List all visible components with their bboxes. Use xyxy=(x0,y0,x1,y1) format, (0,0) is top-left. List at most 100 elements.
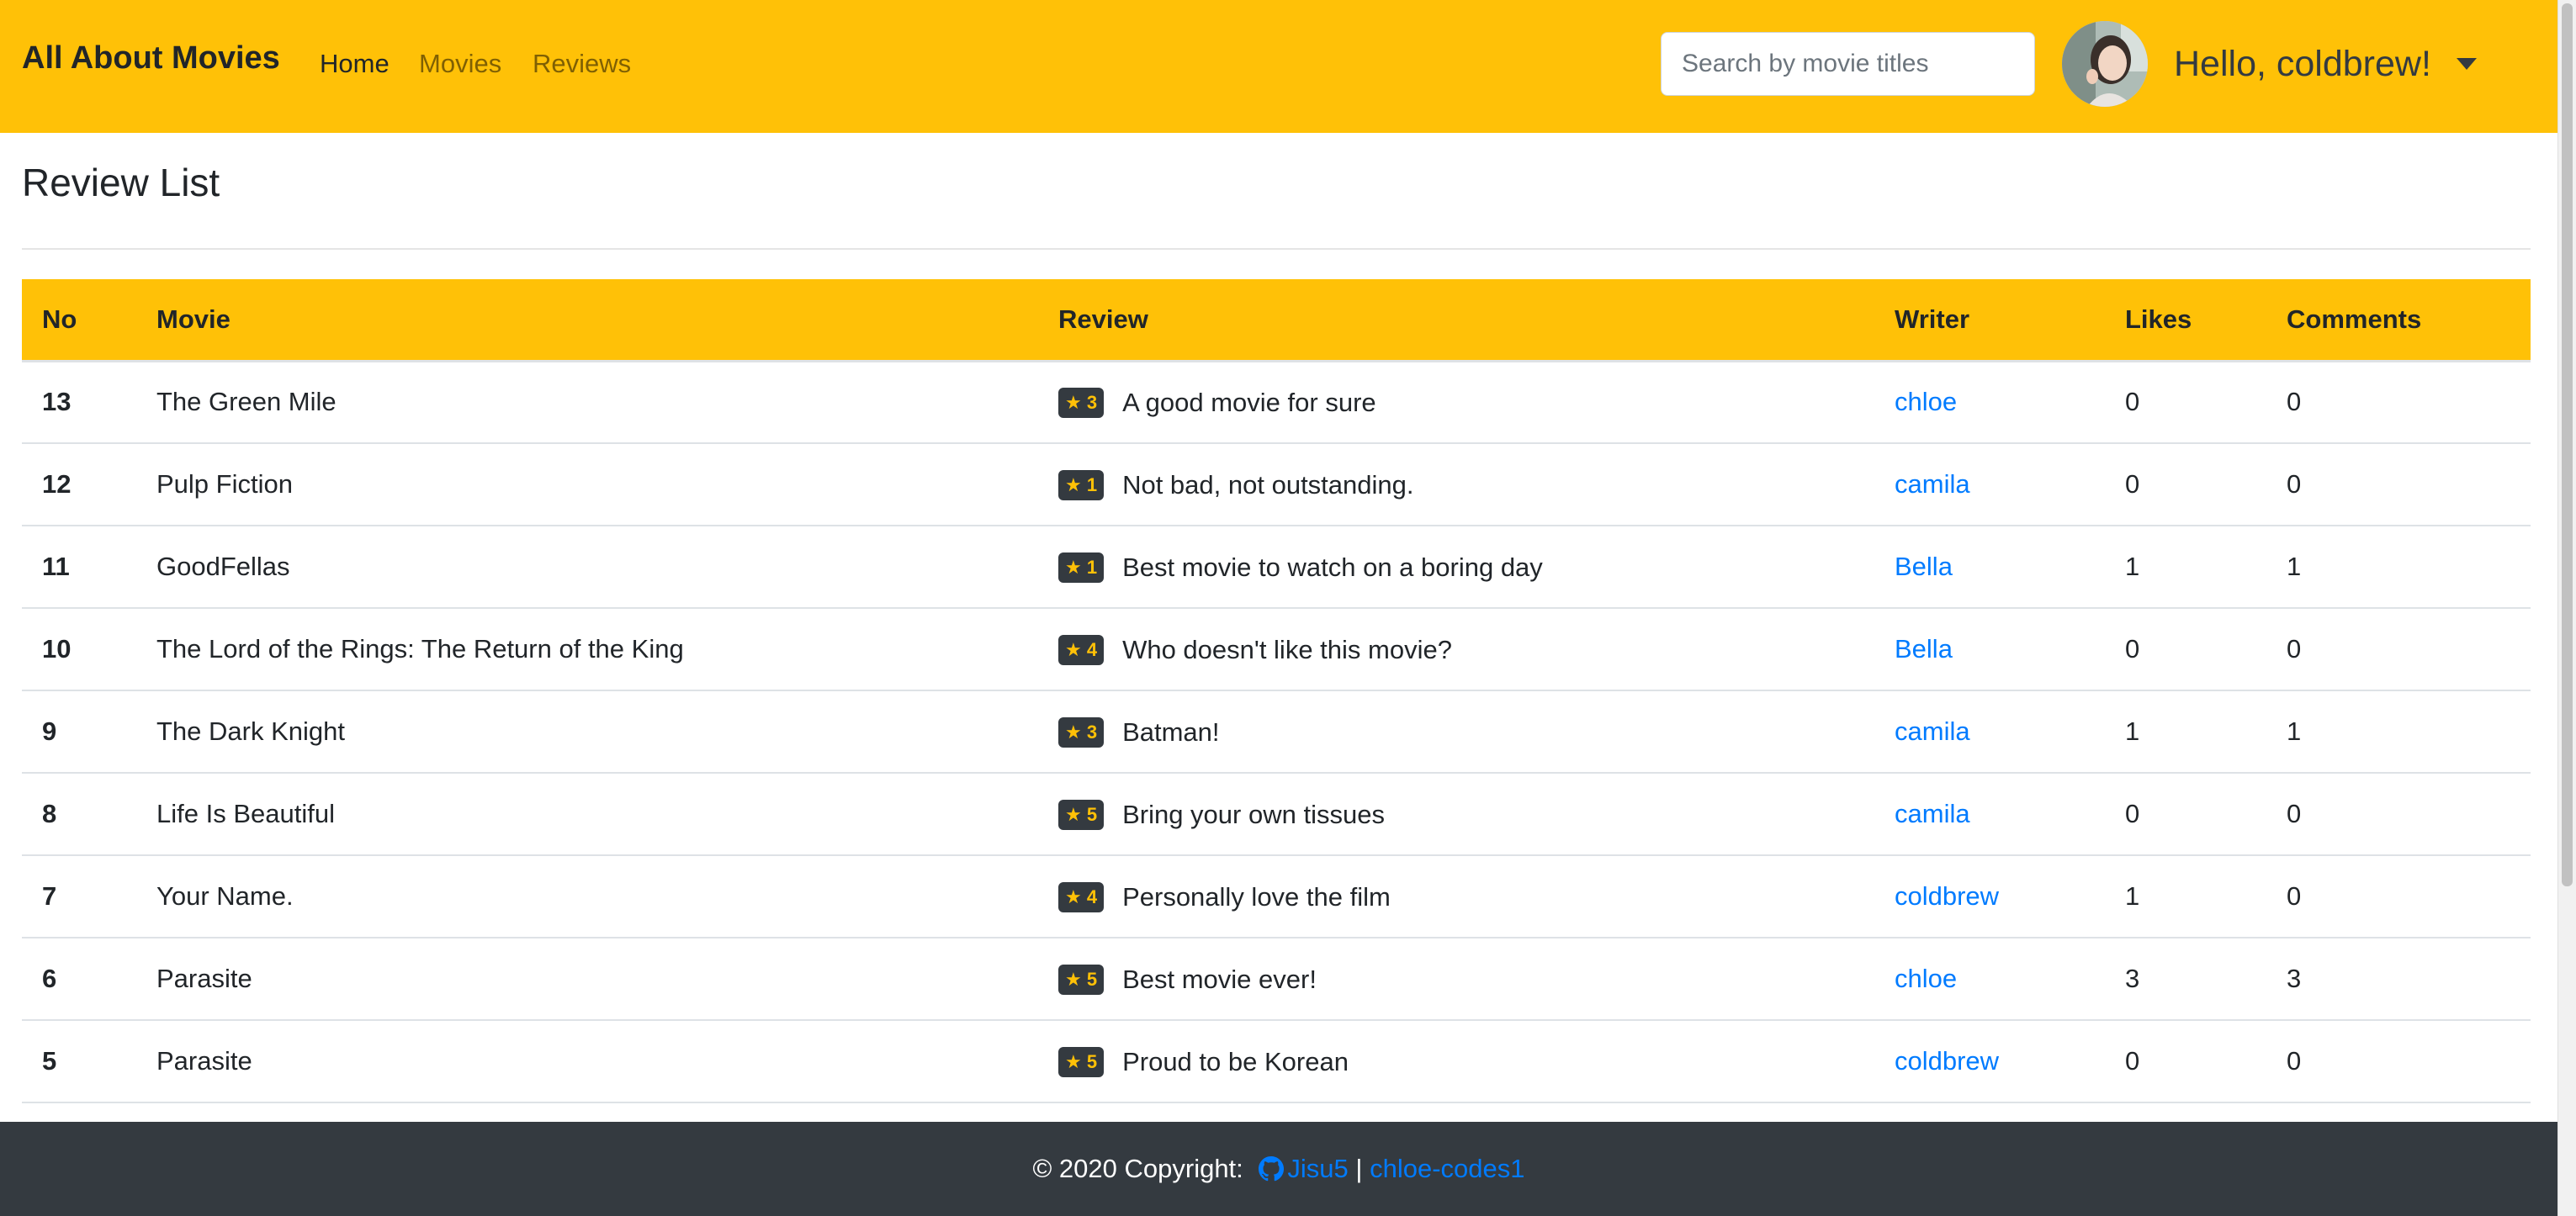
table-row[interactable]: 9 The Dark Knight ★ 3 Batman! camila 1 1 xyxy=(22,690,2531,774)
row-review-cell: ★ 1 Best movie to watch on a boring day xyxy=(1038,526,1874,609)
rating-badge: ★ 3 xyxy=(1058,388,1105,419)
row-comments: 0 xyxy=(2266,773,2531,856)
row-review-text[interactable]: Proud to be Korean xyxy=(1122,1047,1349,1076)
row-review-text[interactable]: Best movie to watch on a boring day xyxy=(1122,552,1543,582)
row-likes: 1 xyxy=(2105,526,2266,609)
row-likes: 0 xyxy=(2105,1020,2266,1103)
row-review-text[interactable]: Batman! xyxy=(1122,717,1219,747)
copyright-text: © 2020 Copyright: xyxy=(1032,1154,1243,1183)
row-likes: 1 xyxy=(2105,690,2266,774)
row-writer-cell: camila xyxy=(1874,690,2105,774)
row-review-cell: ★ 1 Not bad, not outstanding. xyxy=(1038,443,1874,526)
rating-badge: ★ 1 xyxy=(1058,552,1105,583)
row-review-text[interactable]: Bring your own tissues xyxy=(1122,800,1385,829)
row-movie-title: Parasite xyxy=(136,1020,1038,1103)
row-comments: 1 xyxy=(2266,526,2531,609)
row-review-text[interactable]: Personally love the film xyxy=(1122,882,1391,912)
row-comments: 3 xyxy=(2266,938,2531,1021)
divider xyxy=(22,248,2531,250)
row-writer-cell: coldbrew xyxy=(1874,1020,2105,1103)
table-row[interactable]: 11 GoodFellas ★ 1 Best movie to watch on … xyxy=(22,526,2531,609)
row-review-cell: ★ 5 Bring your own tissues xyxy=(1038,773,1874,856)
writer-link[interactable]: chloe xyxy=(1895,964,1957,993)
row-review-text[interactable]: Best movie ever! xyxy=(1122,965,1317,994)
column-header-comments: Comments xyxy=(2266,279,2531,362)
row-review-text[interactable]: Not bad, not outstanding. xyxy=(1122,470,1413,500)
footer-link-jisu5[interactable]: Jisu5 xyxy=(1287,1154,1348,1183)
row-writer-cell: camila xyxy=(1874,773,2105,856)
row-writer-cell: Bella xyxy=(1874,526,2105,609)
row-number: 11 xyxy=(22,526,136,609)
column-header-likes: Likes xyxy=(2105,279,2266,362)
row-review-text[interactable]: A good movie for sure xyxy=(1122,388,1376,417)
rating-badge: ★ 5 xyxy=(1058,799,1105,830)
user-avatar[interactable] xyxy=(2062,21,2148,107)
rating-badge: ★ 5 xyxy=(1058,1046,1105,1077)
row-movie-title: Parasite xyxy=(136,938,1038,1021)
row-number: 9 xyxy=(22,690,136,774)
footer-separator: | xyxy=(1355,1154,1363,1183)
row-review-cell: ★ 5 Proud to be Korean xyxy=(1038,1020,1874,1103)
row-review-text[interactable]: Who doesn't like this movie? xyxy=(1122,635,1452,664)
writer-link[interactable]: coldbrew xyxy=(1895,881,1999,911)
row-movie-title: GoodFellas xyxy=(136,526,1038,609)
nav-link-reviews[interactable]: Reviews xyxy=(533,49,631,79)
rating-badge: ★ 3 xyxy=(1058,716,1105,748)
table-row[interactable]: 7 Your Name. ★ 4 Personally love the film… xyxy=(22,855,2531,938)
column-header-writer: Writer xyxy=(1874,279,2105,362)
search-input[interactable] xyxy=(1661,32,2035,96)
page-title: Review List xyxy=(22,161,220,204)
table-row[interactable]: 12 Pulp Fiction ★ 1 Not bad, not outstand… xyxy=(22,443,2531,526)
writer-link[interactable]: Bella xyxy=(1895,634,1953,664)
row-number: 6 xyxy=(22,938,136,1021)
row-movie-title: Pulp Fiction xyxy=(136,443,1038,526)
nav-link-home[interactable]: Home xyxy=(320,49,390,79)
column-header-review: Review xyxy=(1038,279,1874,362)
row-review-cell: ★ 4 Personally love the film xyxy=(1038,855,1874,938)
writer-link[interactable]: camila xyxy=(1895,716,1970,746)
writer-link[interactable]: chloe xyxy=(1895,387,1957,416)
writer-link[interactable]: coldbrew xyxy=(1895,1046,1999,1076)
row-comments: 0 xyxy=(2266,855,2531,938)
writer-link[interactable]: camila xyxy=(1895,799,1970,828)
row-comments: 0 xyxy=(2266,608,2531,691)
nav-link-movies[interactable]: Movies xyxy=(419,49,501,79)
row-likes: 0 xyxy=(2105,608,2266,691)
table-row[interactable]: 5 Parasite ★ 5 Proud to be Korean coldbre… xyxy=(22,1020,2531,1103)
row-movie-title: Your Name. xyxy=(136,855,1038,938)
row-writer-cell: Bella xyxy=(1874,608,2105,691)
row-likes: 0 xyxy=(2105,443,2266,526)
scrollbar-thumb[interactable] xyxy=(2562,3,2573,886)
row-movie-title: The Green Mile xyxy=(136,361,1038,444)
table-row[interactable]: 8 Life Is Beautiful ★ 5 Bring your own ti… xyxy=(22,773,2531,856)
writer-link[interactable]: camila xyxy=(1895,469,1970,499)
page-footer: © 2020 Copyright: Jisu5 | chloe-codes1 xyxy=(0,1122,2557,1216)
table-row[interactable]: 10 The Lord of the Rings: The Return of … xyxy=(22,608,2531,691)
row-writer-cell: chloe xyxy=(1874,938,2105,1021)
writer-link[interactable]: Bella xyxy=(1895,552,1953,581)
row-comments: 0 xyxy=(2266,443,2531,526)
chevron-down-icon[interactable] xyxy=(2457,58,2477,70)
github-icon[interactable] xyxy=(1259,1156,1285,1188)
row-writer-cell: camila xyxy=(1874,443,2105,526)
table-header-row: No Movie Review Writer Likes Comments xyxy=(22,279,2531,362)
table-row[interactable]: 6 Parasite ★ 5 Best movie ever! chloe 3 3 xyxy=(22,938,2531,1021)
row-writer-cell: coldbrew xyxy=(1874,855,2105,938)
row-likes: 3 xyxy=(2105,938,2266,1021)
rating-badge: ★ 4 xyxy=(1058,881,1105,912)
brand-logo-text[interactable]: All About Movies xyxy=(22,40,280,77)
footer-link-chloe-codes1[interactable]: chloe-codes1 xyxy=(1370,1154,1524,1183)
review-table: No Movie Review Writer Likes Comments 13… xyxy=(22,279,2531,1103)
table-row[interactable]: 13 The Green Mile ★ 3 A good movie for su… xyxy=(22,361,2531,444)
row-comments: 1 xyxy=(2266,690,2531,774)
column-header-movie: Movie xyxy=(136,279,1038,362)
vertical-scrollbar[interactable] xyxy=(2557,0,2576,1216)
row-comments: 0 xyxy=(2266,1020,2531,1103)
column-header-no: No xyxy=(22,279,136,362)
row-comments: 0 xyxy=(2266,361,2531,444)
row-number: 13 xyxy=(22,361,136,444)
row-number: 10 xyxy=(22,608,136,691)
row-likes: 1 xyxy=(2105,855,2266,938)
rating-badge: ★ 5 xyxy=(1058,964,1105,995)
user-greeting-dropdown[interactable]: Hello, coldbrew! xyxy=(2174,44,2431,85)
